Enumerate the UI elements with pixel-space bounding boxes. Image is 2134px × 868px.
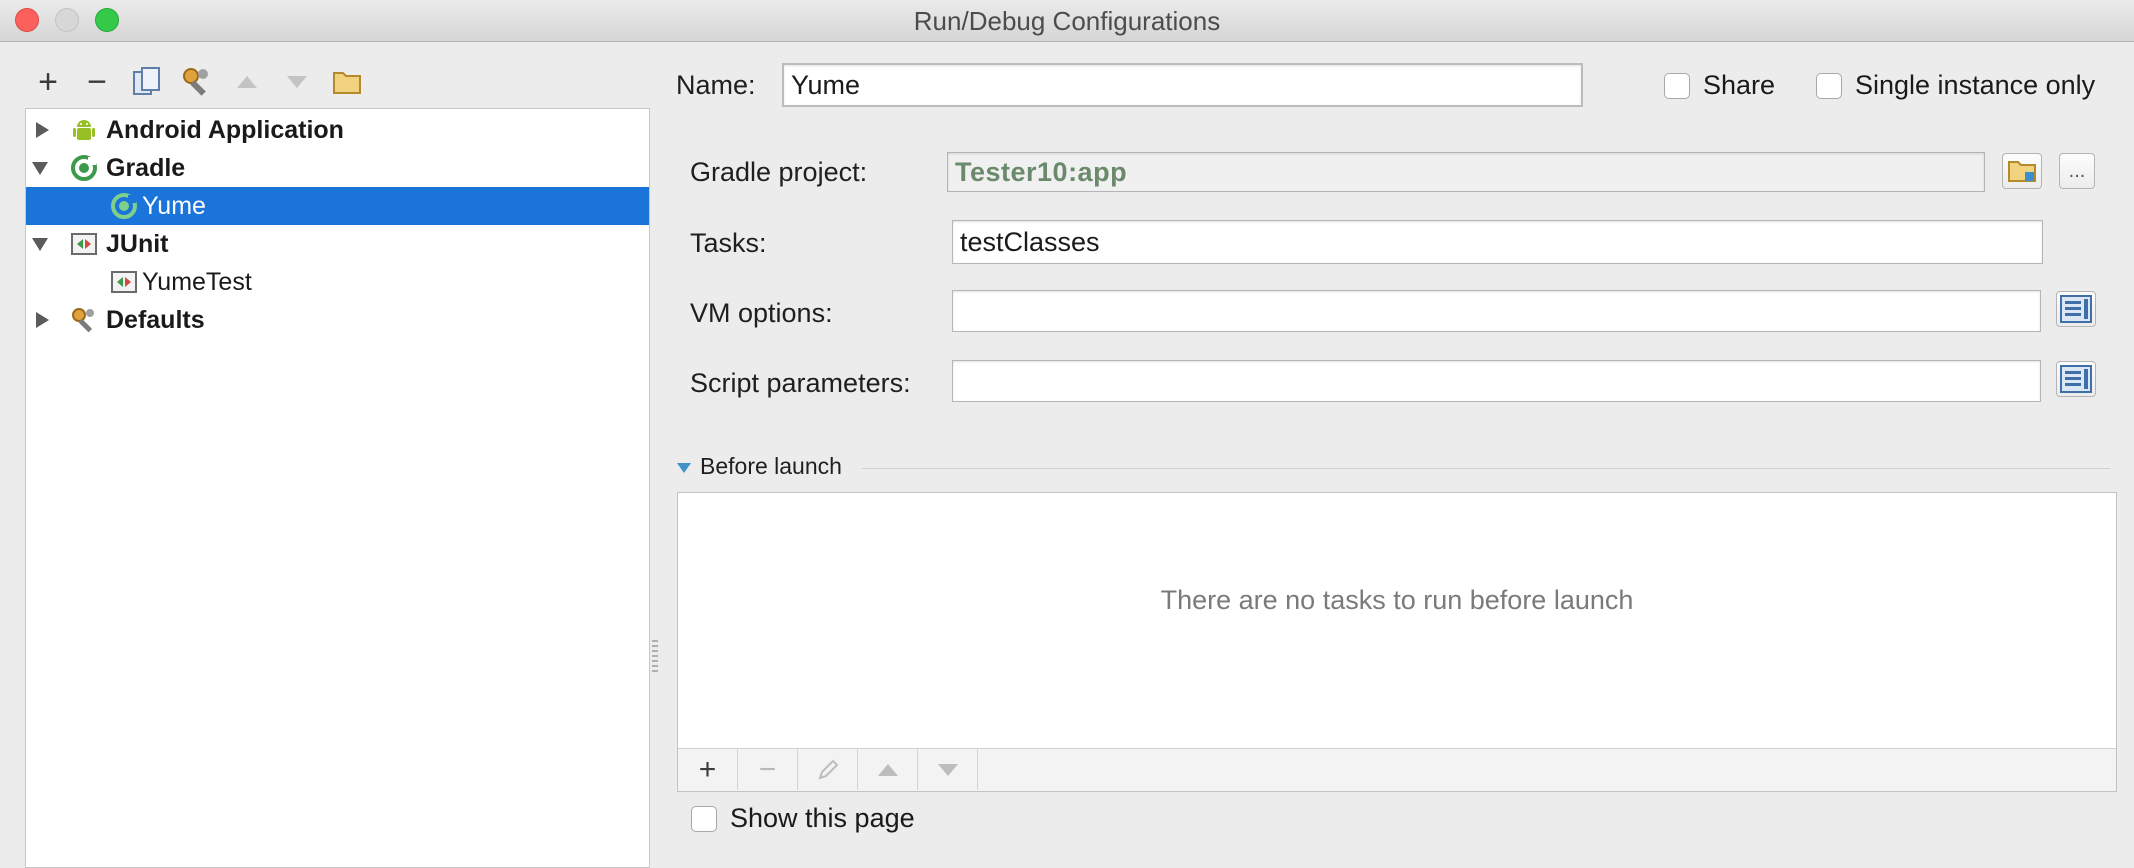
collapse-arrow-icon[interactable]	[32, 161, 48, 175]
tree-item-yumetest[interactable]: YumeTest	[26, 263, 649, 301]
name-field[interactable]: Yume	[782, 63, 1583, 107]
name-field-value: Yume	[791, 69, 861, 100]
remove-icon: −	[758, 752, 777, 786]
move-up-icon	[237, 76, 257, 88]
share-label: Share	[1703, 70, 1776, 100]
expand-editor-icon	[2060, 295, 2092, 323]
wrench-icon	[72, 308, 94, 333]
pencil-icon	[817, 759, 838, 780]
folder-icon	[333, 72, 361, 94]
move-up-button[interactable]	[225, 62, 269, 102]
edit-task-button[interactable]	[798, 749, 858, 790]
tasks-field[interactable]: testClasses	[952, 220, 2043, 264]
title-bar: Run/Debug Configurations	[0, 0, 2134, 42]
tree-item-junit[interactable]: JUnit	[26, 225, 649, 263]
name-label: Name:	[676, 70, 756, 100]
move-down-icon	[937, 763, 958, 776]
tasks-value: testClasses	[960, 226, 1100, 257]
gradle-icon	[111, 193, 137, 219]
collapse-before-launch-icon[interactable]	[677, 463, 691, 473]
edit-defaults-button[interactable]	[175, 62, 219, 102]
remove-task-button[interactable]: −	[738, 749, 798, 790]
tree-item-label: Yume	[142, 191, 206, 220]
ellipsis-icon: ...	[2068, 159, 2086, 182]
tree-item-gradle[interactable]: Gradle	[26, 149, 649, 187]
show-this-page-label: Show this page	[730, 803, 915, 833]
script-parameters-field[interactable]	[952, 360, 2041, 402]
before-launch-toolbar: + −	[678, 748, 2116, 791]
tree-item-android-application[interactable]: Android Application	[26, 111, 649, 149]
tasks-label: Tasks:	[690, 228, 767, 258]
tree-item-label: YumeTest	[142, 267, 252, 296]
before-launch-title: Before launch	[700, 453, 842, 479]
gradle-icon	[71, 155, 97, 181]
edit-defaults-icon	[183, 68, 208, 96]
create-folder-button[interactable]	[325, 62, 369, 102]
add-icon: +	[38, 62, 58, 101]
tree-item-label: Defaults	[106, 305, 205, 334]
gradle-project-value: Tester10:app	[955, 156, 1128, 187]
expand-editor-icon	[2060, 365, 2092, 393]
copy-configuration-button[interactable]	[125, 62, 169, 102]
more-options-button[interactable]: ...	[2059, 153, 2095, 189]
before-launch-task-list[interactable]: There are no tasks to run before launch …	[677, 492, 2117, 792]
tree-item-label: Gradle	[106, 153, 186, 182]
android-icon	[73, 120, 95, 140]
move-up-icon	[877, 763, 898, 776]
script-parameters-label: Script parameters:	[690, 368, 911, 398]
single-instance-checkbox[interactable]	[1816, 73, 1842, 99]
show-this-page-checkbox[interactable]	[691, 806, 717, 832]
tree-item-label: JUnit	[106, 229, 169, 258]
junit-icon	[71, 233, 97, 255]
move-down-button[interactable]	[275, 62, 319, 102]
remove-configuration-button[interactable]: −	[75, 62, 119, 102]
add-icon: +	[698, 752, 717, 786]
collapse-arrow-icon[interactable]	[32, 237, 48, 251]
remove-icon: −	[87, 62, 107, 101]
move-task-up-button[interactable]	[858, 749, 918, 790]
add-task-button[interactable]: +	[678, 749, 738, 790]
expand-script-parameters-button[interactable]	[2056, 361, 2096, 397]
move-task-down-button[interactable]	[918, 749, 978, 790]
junit-icon	[111, 271, 137, 293]
window-title: Run/Debug Configurations	[913, 6, 1221, 36]
share-checkbox[interactable]	[1664, 73, 1690, 99]
folder-icon	[2008, 161, 2036, 182]
single-instance-label: Single instance only	[1855, 70, 2096, 100]
add-configuration-button[interactable]: +	[26, 62, 70, 102]
expand-vm-options-button[interactable]	[2056, 291, 2096, 327]
tree-item-label: Android Application	[106, 115, 344, 144]
vm-options-field[interactable]	[952, 290, 2041, 332]
tree-item-yume[interactable]: Yume	[26, 187, 649, 225]
copy-icon	[133, 67, 160, 95]
splitter-handle[interactable]	[652, 640, 658, 672]
configuration-tree[interactable]: Android Application Gradle Yume JUnit Yu…	[25, 108, 650, 868]
select-gradle-project-button[interactable]	[2002, 153, 2042, 189]
tree-item-defaults[interactable]: Defaults	[26, 301, 649, 339]
gradle-project-field[interactable]: Tester10:app	[947, 152, 1985, 192]
move-down-icon	[287, 76, 307, 88]
expand-arrow-icon[interactable]	[36, 122, 49, 138]
separator	[862, 468, 2110, 469]
expand-arrow-icon[interactable]	[36, 312, 49, 328]
vm-options-label: VM options:	[690, 298, 833, 328]
empty-list-message: There are no tasks to run before launch	[1160, 585, 1634, 615]
gradle-project-label: Gradle project:	[690, 157, 868, 187]
